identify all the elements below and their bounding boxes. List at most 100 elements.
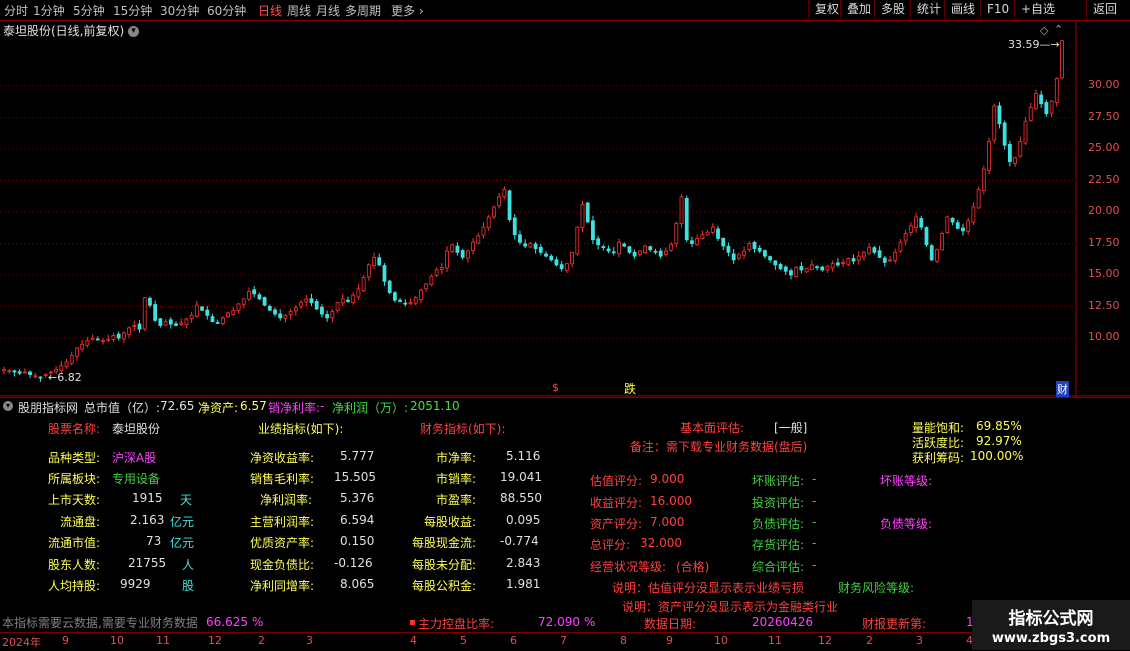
col1-value: 专用设备 [112,472,161,486]
col3-value: 0.095 [506,513,541,527]
col3-label: 市销率: [436,472,477,486]
net-margin-label: 销净利率: [268,401,321,415]
period-tab-multi[interactable]: 多周期 [345,2,381,19]
candle-body [1034,93,1038,109]
signal-marker-finance: 财 [1056,381,1069,397]
candle-body [1007,143,1012,163]
stat-value: 92.97% [976,434,1022,448]
net-profit-value: 2051.10 [410,399,460,413]
candle-body [12,370,17,373]
performance-title: 业绩指标(如下): [258,422,344,436]
eval-label: 负债评估: [752,517,805,531]
candle-body [512,217,517,236]
candle-body [273,309,277,315]
statistics-button[interactable]: 统计 [910,0,947,19]
candle-body [695,238,700,246]
candle-body [908,225,913,233]
candle-body [168,319,173,325]
period-tab-5min[interactable]: 5分钟 [73,2,105,19]
candle-body [111,335,116,340]
candle-body [825,265,830,271]
candle-body [445,250,449,269]
period-tab-more[interactable]: 更多 › [391,2,424,19]
draw-line-button[interactable]: 画线 [944,0,981,19]
candle-body [835,262,840,266]
period-tab-daily[interactable]: 日线 [258,2,282,19]
chevron-up-icon[interactable]: ⌃ [1054,23,1063,36]
total-mv-value: 72.65 [160,399,195,413]
f10-button[interactable]: F10 [980,0,1015,19]
y-tick-label: 30.00 [1088,78,1120,91]
candle-body [226,312,231,318]
candle-body [252,289,257,295]
candle-body [872,247,877,253]
candle-body [215,322,220,324]
candle-body [992,105,997,141]
candle-body [28,371,32,375]
candle-body [481,226,486,236]
col1-unit: 人 [182,558,195,572]
candle-body [241,298,246,305]
candle-body [236,303,241,312]
score-label: 收益评分: [590,496,643,510]
y-tick-label: 25.00 [1088,141,1120,154]
multi-stock-button[interactable]: 多股 [874,0,911,19]
candle-body [299,302,303,307]
note-text: 说明：估值评分没显示表示业绩亏损 [612,581,805,595]
candle-body [648,246,653,251]
candle-body [1018,141,1023,157]
data-date-value: 20260426 [752,615,814,629]
col1-label: 人均持股: [48,579,101,593]
candle-body [121,332,126,340]
period-tab-monthly[interactable]: 月线 [316,2,340,19]
grade-label: 负债等级: [880,517,933,531]
candle-body [799,266,804,271]
period-tab-intraday[interactable]: 分时 [4,2,28,19]
period-tab-30min[interactable]: 30分钟 [160,2,199,19]
candle-body [674,222,679,245]
total-mv-label: 总市值（亿）: [84,401,161,415]
col1-value: 21755 [128,556,167,570]
period-tab-1min[interactable]: 1分钟 [33,2,65,19]
candle-body [862,251,866,258]
candle-body [888,259,892,262]
y-tick-label: 20.00 [1088,204,1120,217]
candle-body [64,361,69,368]
add-watchlist-button[interactable]: +自选 [1014,0,1061,19]
time-tick: 9 [62,634,69,647]
time-tick: 10 [110,634,124,647]
period-tab-weekly[interactable]: 周线 [287,2,311,19]
candle-body [721,237,726,247]
candle-body [580,204,585,228]
candle-body [398,299,402,302]
time-tick: 12 [818,634,832,647]
candle-body [372,256,376,267]
candle-body [606,248,611,252]
candle-body [742,250,746,256]
period-tab-60min[interactable]: 60分钟 [207,2,246,19]
candle-body [523,243,528,247]
col3-label: 每股现金流: [412,536,477,550]
candle-body [1054,78,1059,103]
score-label: 资产评分: [590,517,643,531]
candle-body [283,314,288,319]
candle-body [830,263,835,269]
col1-value: 9929 [120,577,151,591]
footer-value: 66.625 [206,615,248,629]
candle-body [617,241,621,255]
back-button[interactable]: 返回 [1086,0,1123,19]
candle-body [387,280,392,294]
candle-body [914,216,918,228]
candle-body [439,267,444,270]
net-margin-value: - [320,399,325,413]
candle-body [726,245,731,253]
candlestick-chart[interactable] [0,21,1130,397]
period-tab-15min[interactable]: 15分钟 [113,2,152,19]
chevron-down-icon[interactable]: ▾ [3,401,13,411]
col1-label: 上市天数: [48,493,101,507]
col1-value: 1915 [132,491,163,505]
overlay-button[interactable]: 叠加 [840,0,877,19]
control-ratio-value: 72.090 [538,615,580,629]
col1-value: 73 [146,534,162,548]
diamond-icon[interactable]: ◇ [1040,24,1048,37]
